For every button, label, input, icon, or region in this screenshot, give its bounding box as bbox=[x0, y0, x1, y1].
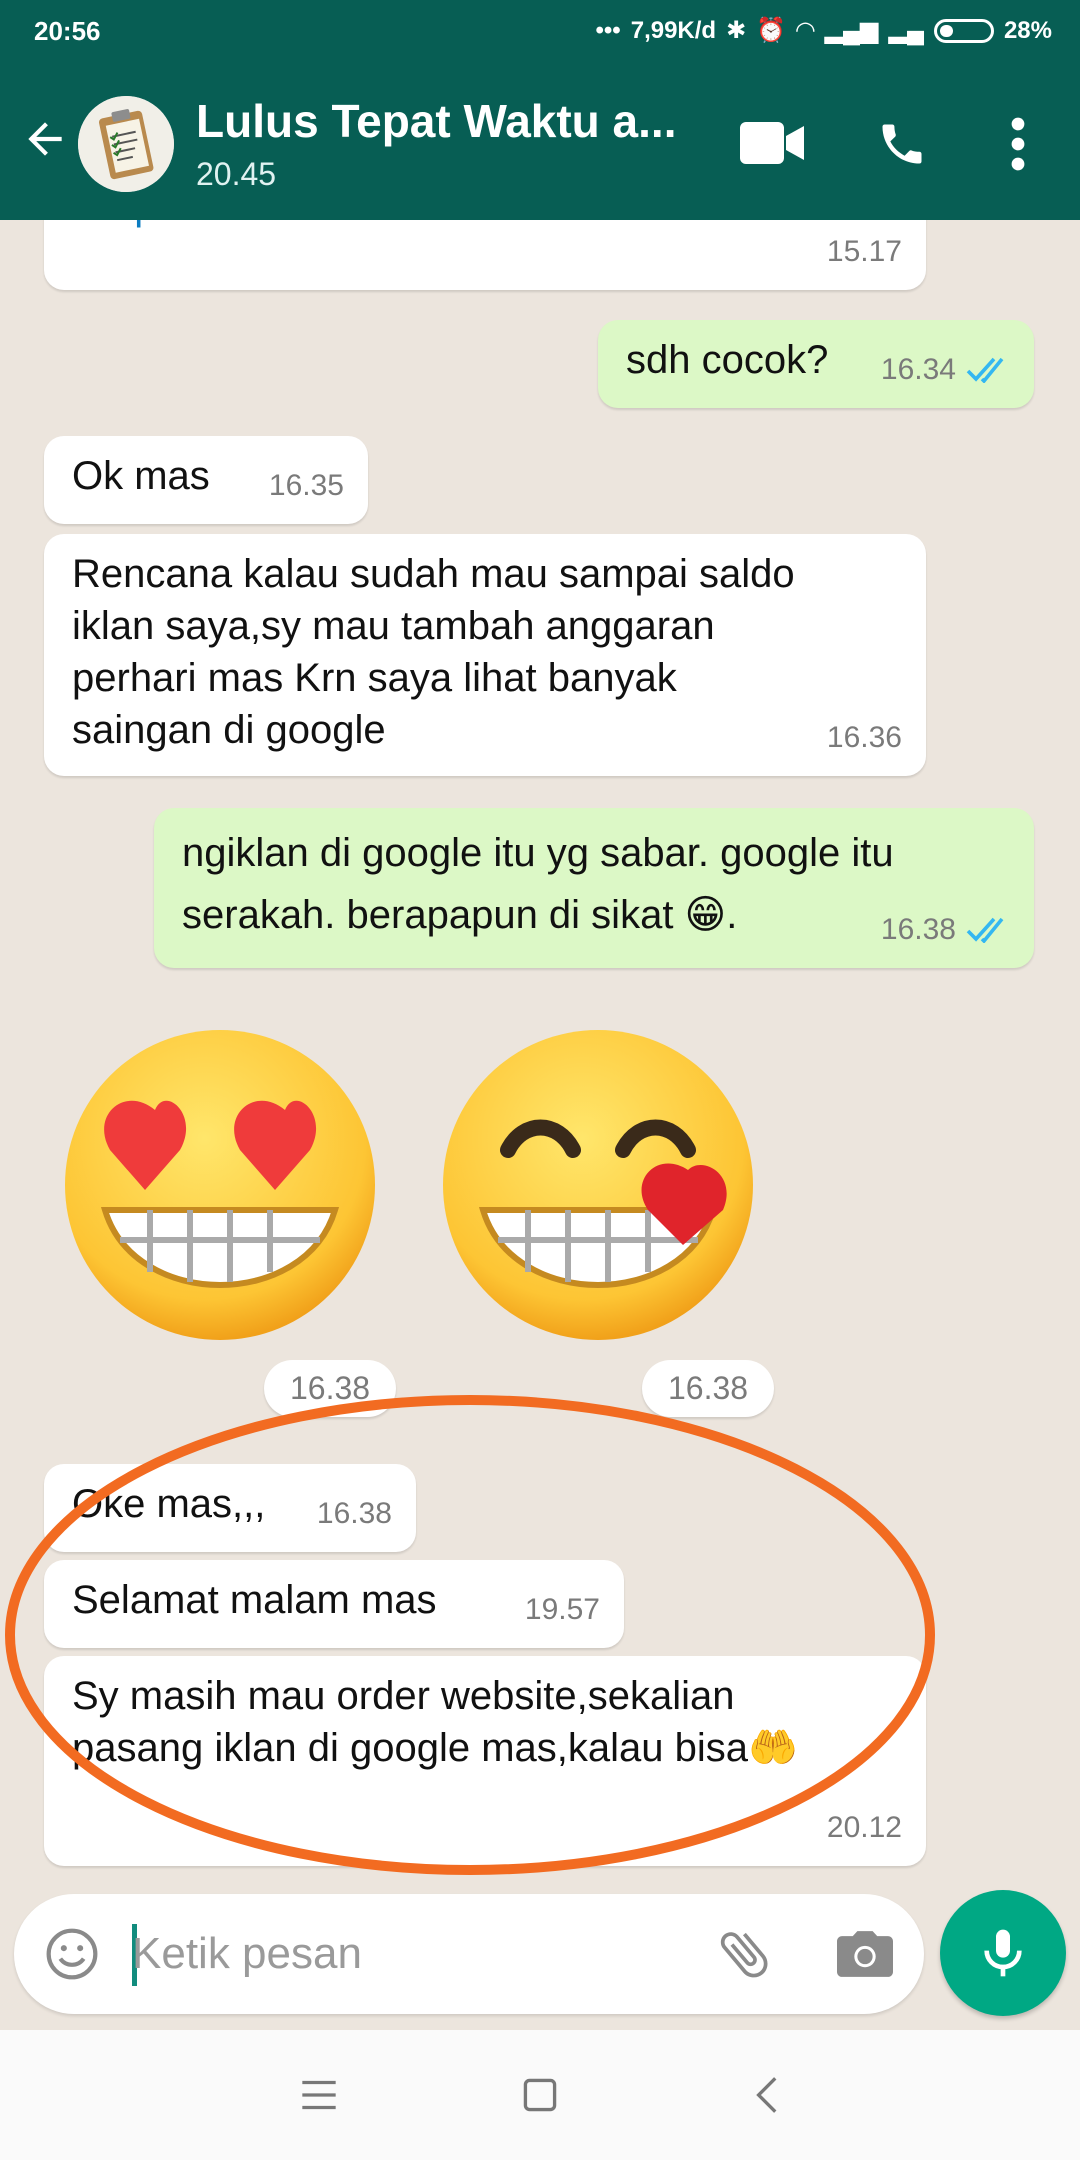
annotation-circle bbox=[5, 1395, 935, 1875]
chat-last-seen: 20.45 bbox=[196, 156, 277, 192]
message-bubble-incoming[interactable]: Ok mas 16.35 bbox=[44, 436, 368, 524]
message-text: Rencana kalau sudah mau sampai saldo ikl… bbox=[72, 552, 795, 752]
message-time: 16.34 bbox=[880, 353, 956, 386]
more-options-icon[interactable] bbox=[1000, 116, 1036, 172]
message-text: ngiklan di google itu yg sabar. google i… bbox=[182, 831, 894, 937]
menu-icon[interactable] bbox=[294, 2070, 344, 2120]
message-time: 16.35 bbox=[268, 469, 344, 502]
message-bubble-outgoing[interactable]: sdh cocok? 16.34 bbox=[598, 320, 1034, 408]
message-meta: 16.38 bbox=[881, 904, 1010, 956]
message-time: 16.36 bbox=[826, 721, 902, 754]
home-icon[interactable] bbox=[515, 2070, 565, 2120]
alarm-off-icon: ⏰ bbox=[756, 17, 787, 44]
dots-icon: ••• bbox=[595, 16, 621, 44]
microphone-icon bbox=[984, 1929, 1022, 1977]
bluetooth-icon: ✱ bbox=[726, 17, 747, 44]
wifi-icon: ◠ bbox=[796, 17, 815, 44]
avatar[interactable] bbox=[78, 96, 174, 192]
back-arrow-icon[interactable] bbox=[20, 114, 70, 164]
android-nav-bar bbox=[0, 2030, 1080, 2160]
video-call-icon[interactable] bbox=[740, 122, 804, 164]
status-time: 20:56 bbox=[34, 16, 101, 46]
message-input-box[interactable] bbox=[14, 1894, 924, 2014]
signal-icon: ▂▄▆ bbox=[824, 17, 879, 44]
chat-messages[interactable]: skripsi.lariz.id 15.17 sdh cocok? 16.34 … bbox=[0, 220, 1080, 1900]
message-time: 15.17 bbox=[826, 235, 902, 268]
signal-2-icon: ▂▄ bbox=[888, 17, 924, 44]
message-bubble-outgoing[interactable]: ngiklan di google itu yg sabar. google i… bbox=[154, 808, 1034, 968]
voice-call-icon[interactable] bbox=[876, 118, 928, 170]
message-input[interactable] bbox=[132, 1922, 692, 1986]
message-bubble-incoming[interactable]: skripsi.lariz.id 15.17 bbox=[44, 220, 926, 290]
status-bar: 20:56 ••• 7,99K/d ✱ ⏰ ◠ ▂▄▆ ▂▄ 28% bbox=[0, 0, 1080, 66]
message-meta: 16.34 bbox=[881, 344, 1010, 396]
message-bubble-incoming[interactable]: Rencana kalau sudah mau sampai saldo ikl… bbox=[44, 534, 926, 776]
double-check-icon bbox=[966, 357, 1004, 383]
double-check-icon bbox=[966, 917, 1004, 943]
network-speed: 7,99K/d bbox=[630, 16, 717, 44]
emoji-icon[interactable] bbox=[44, 1926, 100, 1982]
message-composer bbox=[0, 1880, 1080, 2030]
smiling-heart-emoji-icon[interactable] bbox=[438, 1020, 758, 1340]
battery-icon bbox=[933, 18, 994, 43]
message-text: Ok mas bbox=[72, 454, 210, 498]
message-text[interactable]: skripsi.lariz.id bbox=[72, 220, 312, 232]
chat-title[interactable]: Lulus Tepat Waktu a... bbox=[196, 94, 676, 148]
status-indicators: ••• 7,99K/d ✱ ⏰ ◠ ▂▄▆ ▂▄ 28% bbox=[596, 16, 1053, 45]
message-text: sdh cocok? bbox=[626, 338, 829, 382]
mic-button[interactable] bbox=[940, 1890, 1066, 2016]
heart-eyes-emoji-icon[interactable] bbox=[60, 1020, 380, 1340]
message-time: 16.38 bbox=[880, 913, 956, 946]
back-nav-icon[interactable] bbox=[744, 2070, 794, 2120]
battery-percent: 28% bbox=[1003, 16, 1052, 44]
camera-icon[interactable] bbox=[834, 1926, 896, 1982]
attach-icon[interactable] bbox=[714, 1924, 774, 1984]
chat-header: Lulus Tepat Waktu a... 20.45 bbox=[0, 66, 1080, 220]
